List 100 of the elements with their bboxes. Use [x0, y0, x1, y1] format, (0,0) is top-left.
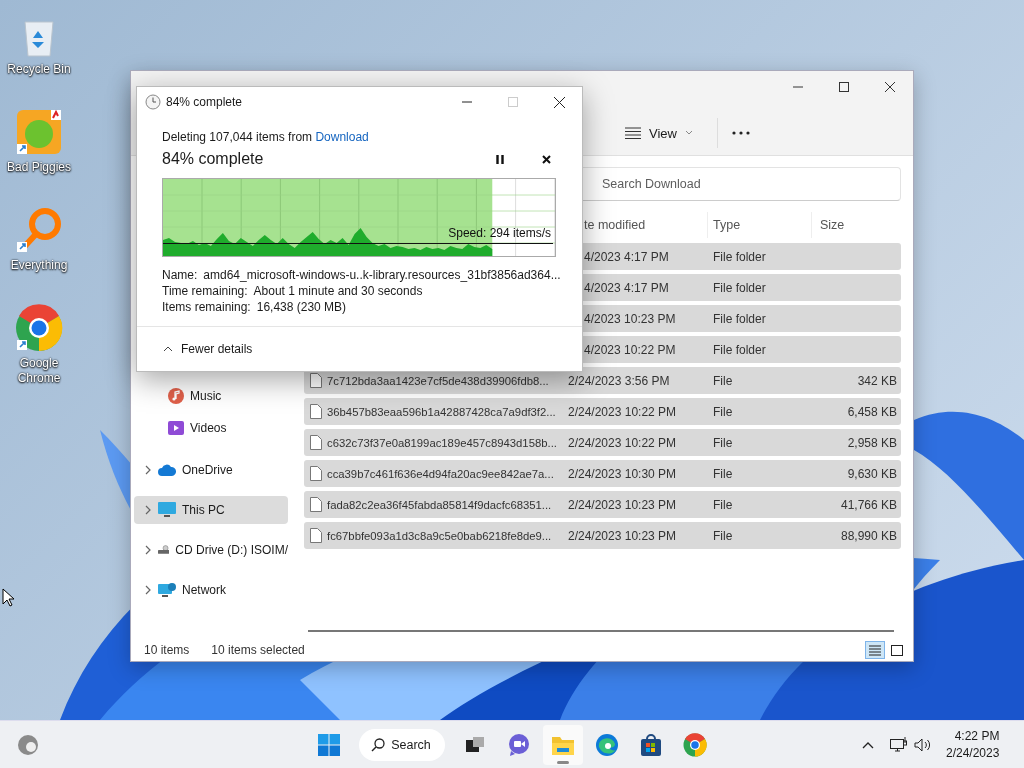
- type-cell-text: File: [713, 373, 734, 388]
- detail-label: Time remaining:: [162, 283, 248, 299]
- store-icon[interactable]: [638, 732, 663, 757]
- type-cell-text: File folder: [713, 342, 767, 357]
- file-explorer-button[interactable]: [542, 724, 583, 765]
- close-icon: [553, 96, 565, 108]
- chevron-down-icon: [684, 130, 693, 136]
- chrome-icon[interactable]: [682, 732, 707, 757]
- file-name: cca39b7c461f636e4d94fa20ac9ee842ae7a...: [327, 467, 554, 480]
- taskbar-search[interactable]: Search: [359, 728, 445, 761]
- sidebar-item[interactable]: This PC: [134, 496, 288, 524]
- close-icon: [885, 82, 895, 92]
- file-icon: [310, 528, 322, 543]
- chevron-icon: [144, 505, 152, 515]
- type-cell-text: File folder: [713, 311, 767, 326]
- clock-date[interactable]: 2/24/2023: [946, 744, 1000, 762]
- sidebar-item[interactable]: CD Drive (D:) ISOIM/: [134, 536, 288, 564]
- drive-icon: [158, 543, 170, 557]
- file-row[interactable]: 36b457b83eaa596b1a42887428ca7a9df3f2... 2/24/2023 10:22 PM File 6,458 KB: [304, 398, 901, 425]
- chevron-icon: [144, 465, 152, 475]
- list-icon: [869, 644, 881, 656]
- size-cell-text: 9,630 KB: [846, 466, 897, 481]
- music-icon: [168, 388, 184, 404]
- detail-label: Items remaining:: [162, 299, 251, 315]
- cursor-icon: [2, 588, 14, 608]
- maximize-icon: [508, 97, 518, 107]
- file-icon: [310, 404, 322, 419]
- sidebar-item[interactable]: Videos: [134, 412, 288, 444]
- network-icon[interactable]: [890, 736, 908, 753]
- video-icon: [168, 420, 184, 436]
- task-view-icon[interactable]: [464, 734, 485, 755]
- cancel-icon: [541, 154, 551, 164]
- item-count: 10 items: [144, 643, 190, 657]
- chat-icon[interactable]: [507, 733, 530, 756]
- type-cell-text: File: [713, 466, 734, 481]
- search-icon: [371, 737, 386, 752]
- file-row[interactable]: cca39b7c461f636e4d94fa20ac9ee842ae7a... 2/24/2023 10:30 PM File 9,630 KB: [304, 460, 901, 487]
- chevron-icon: [144, 585, 152, 595]
- file-icon: [310, 435, 322, 450]
- date-cell-text: 4/2023 10:23 PM: [583, 311, 677, 326]
- lines-icon: [625, 127, 641, 139]
- type-cell-text: File: [713, 528, 734, 543]
- file-row[interactable]: fc67bbfe093a1d3c8a9c5e0bab6218fe8de9... 2/24/2023 10:23 PM File 88,990 KB: [304, 522, 901, 549]
- selection-count: 10 items selected: [211, 643, 305, 657]
- file-row[interactable]: 7c712bda3aa1423e7cf5de438d39906fdb8... 2/24/2023 3:56 PM File 342 KB: [304, 367, 901, 394]
- monitor-icon: [158, 502, 176, 518]
- chevron-icon: [144, 545, 152, 555]
- volume-icon[interactable]: [914, 737, 932, 752]
- date-cell-text: 2/24/2023 10:23 PM: [568, 497, 678, 512]
- magnifier-icon: [15, 206, 63, 254]
- size-cell-text: 342 KB: [856, 373, 897, 388]
- cloud-icon: [158, 464, 176, 476]
- game-icon: [15, 108, 63, 156]
- type-cell-text: File folder: [713, 280, 767, 295]
- type-cell-text: File: [713, 497, 734, 512]
- file-icon: [310, 466, 322, 481]
- file-name: fc67bbfe093a1d3c8a9c5e0bab6218fe8de9...: [327, 529, 552, 542]
- deleting-message: Deleting 107,044 items from Download: [162, 129, 370, 145]
- sidebar-item[interactable]: Music: [134, 380, 288, 412]
- chevron-up-icon[interactable]: [862, 740, 874, 749]
- file-name: c632c73f37e0a8199ac189e457c8943d158b...: [327, 436, 557, 449]
- date-cell-text: 2/24/2023 10:30 PM: [568, 466, 678, 481]
- date-cell-text: 2/24/2023 10:22 PM: [568, 404, 678, 419]
- scrollbar[interactable]: [308, 630, 894, 632]
- file-icon: [310, 497, 322, 512]
- date-cell-text: 4/2023 10:22 PM: [583, 342, 677, 357]
- date-cell-text: 4/2023 4:17 PM: [583, 249, 670, 264]
- chrome-icon: [15, 304, 63, 352]
- clock-time[interactable]: 4:22 PM: [954, 727, 1000, 745]
- pause-icon: [496, 154, 504, 164]
- file-row[interactable]: fada82c2ea36f45fabda85814f9dacfc68351... 2/24/2023 10:23 PM File 41,766 KB: [304, 491, 901, 518]
- date-cell-text: 2/24/2023 3:56 PM: [568, 373, 671, 388]
- view-button[interactable]: View: [615, 119, 703, 147]
- speed-label: Speed: 294 items/s: [448, 226, 551, 240]
- type-cell-text: File: [713, 404, 734, 419]
- file-row[interactable]: c632c73f37e0a8199ac189e457c8943d158b... 2/24/2023 10:22 PM File 2,958 KB: [304, 429, 901, 456]
- clock-icon: [145, 94, 161, 110]
- sidebar-item[interactable]: OneDrive: [134, 456, 288, 484]
- date-cell-text: 2/24/2023 10:22 PM: [568, 435, 678, 450]
- sidebar-item[interactable]: Network: [134, 576, 288, 604]
- source-link[interactable]: Download: [315, 130, 369, 144]
- more-icon[interactable]: [731, 131, 750, 135]
- type-cell-text: File: [713, 435, 734, 450]
- column-header[interactable]: Type: [707, 212, 817, 238]
- dialog-title: 84% complete: [166, 95, 244, 109]
- windows-logo-icon: [318, 733, 341, 756]
- maximize-icon: [839, 82, 849, 92]
- edge-icon[interactable]: [594, 732, 619, 757]
- detail-label: Name:: [162, 267, 198, 283]
- weather-icon[interactable]: [17, 733, 39, 756]
- fewer-details-button[interactable]: Fewer details: [163, 342, 253, 356]
- size-cell-text: 88,990 KB: [839, 528, 897, 543]
- type-cell-text: File folder: [713, 249, 767, 264]
- file-name: fada82c2ea36f45fabda85814f9dacfc68351...: [327, 498, 552, 511]
- size-cell-text: 6,458 KB: [846, 404, 897, 419]
- size-cell-text: 41,766 KB: [839, 497, 897, 512]
- network-icon: [158, 582, 176, 598]
- column-header[interactable]: Size: [811, 212, 897, 238]
- chevron-up-icon: [163, 346, 173, 352]
- date-cell-text: 2/24/2023 10:23 PM: [568, 528, 678, 543]
